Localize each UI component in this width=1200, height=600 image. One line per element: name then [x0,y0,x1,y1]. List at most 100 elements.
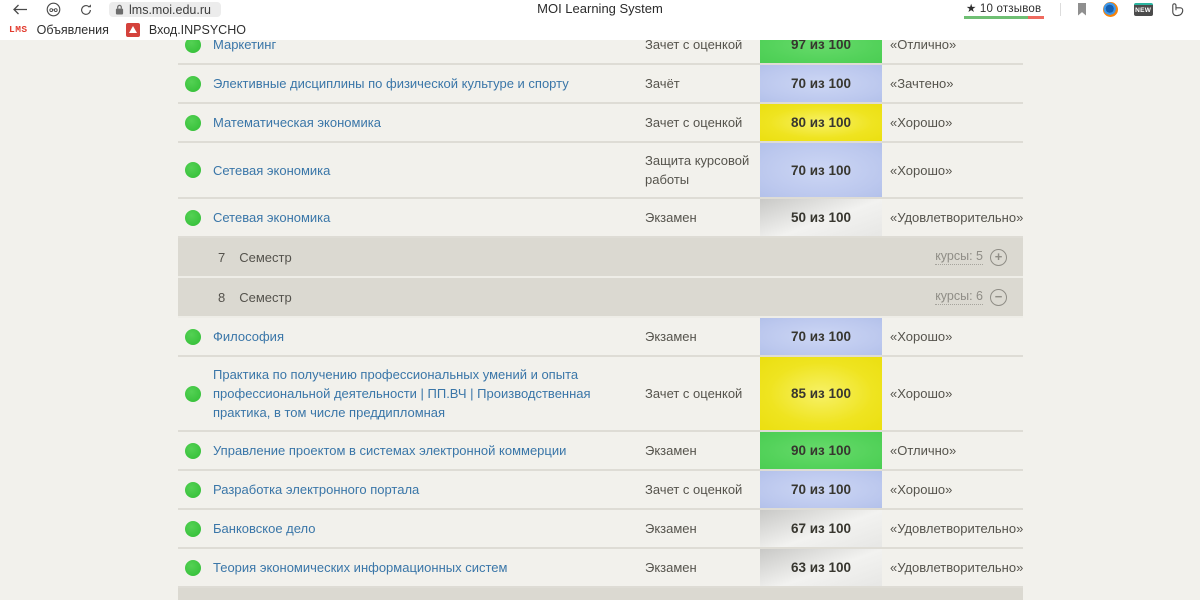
course-row: Практика по получению профессиональных у… [178,357,1023,432]
courses-count-link[interactable]: курсы: 5 [935,249,983,265]
score-cell: 70 из 100 [760,471,882,508]
green-status-dot-icon [185,40,201,53]
course-row: Управление проектом в системах электронн… [178,432,1023,471]
bookmarks-bar: LMS Объявления Вход.INPSYCHO [0,19,1200,40]
bookmark-flag-icon[interactable] [1077,3,1087,16]
semester-number: 8 [218,290,225,305]
exam-type-cell: Защита курсовой работы [645,143,760,197]
semester-label: Семестр [239,290,291,305]
toggle-semester-icon[interactable]: − [990,289,1007,306]
exam-type-cell: Экзамен [645,432,760,469]
green-status-dot-icon [185,386,201,402]
toolbar-divider [1060,3,1061,16]
green-status-dot-icon [185,482,201,498]
grade-cell: «Хорошо» [882,318,1023,355]
bookmark-announcements[interactable]: Объявления [37,23,109,37]
extension-icon[interactable] [1103,2,1118,17]
green-status-dot-icon [185,443,201,459]
toolbar-right: ★ 10 отзывов NEW › [964,1,1200,19]
green-status-dot-icon [185,521,201,537]
status-cell [178,318,213,355]
course-name-cell: Разработка электронного портала [213,471,645,508]
course-link[interactable]: Практика по получению профессиональных у… [213,365,631,422]
exam-type-cell: Зачёт [645,65,760,102]
course-link[interactable]: Философия [213,327,631,346]
grade-cell: «Удовлетворительно» [882,510,1023,547]
course-name-cell: Элективные дисциплины по физической куль… [213,65,645,102]
course-link[interactable]: Элективные дисциплины по физической куль… [213,74,631,93]
page-title: MOI Learning System [537,1,663,16]
semester-row: 8 Семестр курсы: 6 − [178,278,1023,318]
exam-type-cell: Зачет с оценкой [645,357,760,430]
refresh-icon[interactable] [76,3,96,17]
status-cell [178,357,213,430]
exam-type-cell: Зачет с оценкой [645,40,760,63]
green-status-dot-icon [185,76,201,92]
score-cell: 97 из 100 [760,40,882,63]
url-field[interactable]: lms.moi.edu.ru [109,2,221,17]
grade-cell: «Хорошо» [882,357,1023,430]
rating-bar [964,16,1044,19]
reviews-rating[interactable]: ★ 10 отзывов [964,1,1044,19]
grade-cell: «Отлично» [882,40,1023,63]
course-link[interactable]: Управление проектом в системах электронн… [213,441,631,460]
status-cell [178,40,213,63]
course-row: Сетевая экономика Защита курсовой работы… [178,143,1023,199]
course-link[interactable]: Сетевая экономика [213,208,631,227]
grade-cell: «Удовлетворительно» [882,549,1023,586]
course-link[interactable]: Теория экономических информационных сист… [213,558,631,577]
back-arrow-icon[interactable] [10,4,30,15]
score-cell: 80 из 100 [760,104,882,141]
reviews-count: 10 отзывов [980,3,1041,15]
semester-number: 7 [218,250,225,265]
green-status-dot-icon [185,115,201,131]
exam-type-cell: Экзамен [645,318,760,355]
semester-row-partial [178,588,1023,600]
course-name-cell: Сетевая экономика [213,199,645,236]
score-cell: 90 из 100 [760,432,882,469]
course-link[interactable]: Математическая экономика [213,113,631,132]
score-cell: 67 из 100 [760,510,882,547]
protect-glove-icon[interactable] [1169,2,1185,17]
exam-type-cell: Экзамен [645,510,760,547]
address-bar: lms.moi.edu.ru MOI Learning System ★ 10 … [0,0,1200,19]
toggle-semester-icon[interactable]: + [990,249,1007,266]
course-row: Элективные дисциплины по физической куль… [178,65,1023,104]
exam-type-cell: Зачет с оценкой [645,471,760,508]
course-name-cell: Управление проектом в системах электронн… [213,432,645,469]
course-link[interactable]: Разработка электронного портала [213,480,631,499]
new-extension-icon[interactable]: NEW [1134,3,1153,16]
course-row: Теория экономических информационных сист… [178,549,1023,588]
course-name-cell: Практика по получению профессиональных у… [213,357,645,430]
status-cell [178,143,213,197]
course-link[interactable]: Сетевая экономика [213,161,631,180]
exam-type-cell: Экзамен [645,199,760,236]
course-row: Сетевая экономика Экзамен 50 из 100 «Удо… [178,199,1023,238]
course-name-cell: Банковское дело [213,510,645,547]
profile-incognito-icon[interactable] [43,2,63,17]
page-content: Маркетинг Зачет с оценкой 97 из 100 «Отл… [0,40,1200,600]
grade-cell: «Зачтено» [882,65,1023,102]
course-name-cell: Сетевая экономика [213,143,645,197]
courses-count-link[interactable]: курсы: 6 [935,289,983,305]
course-row: Маркетинг Зачет с оценкой 97 из 100 «Отл… [178,40,1023,65]
status-cell [178,471,213,508]
course-name-cell: Маркетинг [213,40,645,63]
url-text: lms.moi.edu.ru [129,3,211,17]
score-cell: 70 из 100 [760,318,882,355]
semester-label: Семестр [239,250,291,265]
score-cell: 70 из 100 [760,143,882,197]
lock-icon [115,4,124,15]
grade-cell: «Удовлетворительно» [882,199,1023,236]
green-status-dot-icon [185,162,201,178]
course-link[interactable]: Маркетинг [213,40,631,54]
course-row: Философия Экзамен 70 из 100 «Хорошо» [178,318,1023,357]
bookmark-inpsycho-login[interactable]: Вход.INPSYCHO [149,23,246,37]
status-cell [178,199,213,236]
status-cell [178,65,213,102]
course-row: Математическая экономика Зачет с оценкой… [178,104,1023,143]
course-name-cell: Философия [213,318,645,355]
status-cell [178,432,213,469]
grades-table: Маркетинг Зачет с оценкой 97 из 100 «Отл… [178,40,1023,600]
course-link[interactable]: Банковское дело [213,519,631,538]
